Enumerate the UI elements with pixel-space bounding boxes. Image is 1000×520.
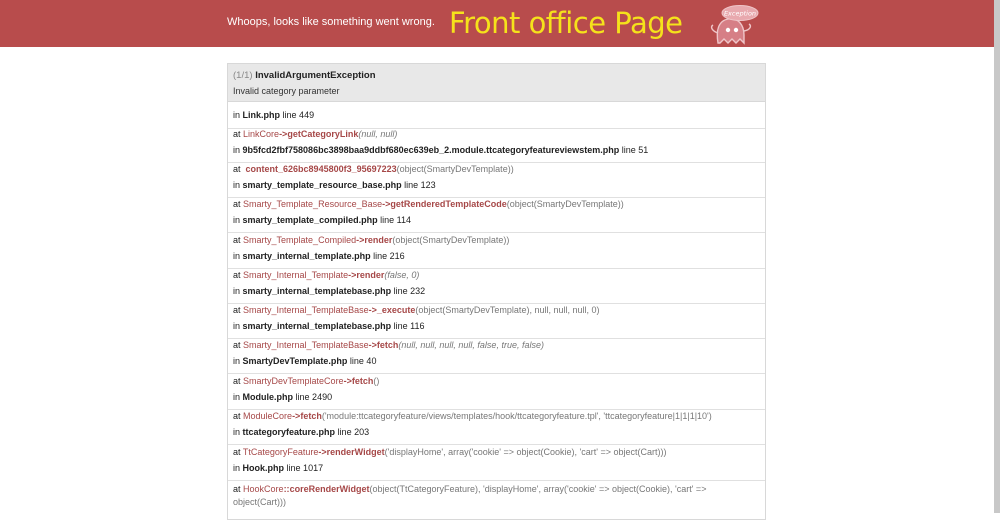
trace-function: fetch [351,376,374,386]
trace-row: at Smarty_Template_Resource_Base->getRen… [228,196,765,233]
trace-function: coreRenderWidget [289,484,370,494]
trace-function: render [356,270,385,280]
trace-file: smarty_internal_templatebase.php [242,286,392,296]
trace-row: at TtCategoryFeature->renderWidget('disp… [228,444,765,481]
trace-file: Module.php [242,392,294,402]
trace-file: SmartyDevTemplate.php [242,356,348,366]
trace-row: at SmartyDevTemplateCore->fetch() in Mod… [228,373,765,410]
exception-count: (1/1) [233,70,253,81]
trace-function: render [364,235,393,245]
trace-file: Link.php [242,110,281,120]
exception-message: Invalid category parameter [233,86,340,96]
error-header: Whoops, looks like something went wrong.… [0,0,1000,47]
trace-row: at Smarty_Internal_TemplateBase->_execut… [228,302,765,339]
trace-row: in Link.php line 449 [228,102,765,129]
exception-summary: (1/1) InvalidArgumentException Invalid c… [228,64,765,102]
trace-file: 9b5fcd2fbf758086bc3898baa9ddbf680ec639eb… [242,145,620,155]
trace-function: getRenderedTemplateCode [390,199,507,209]
trace-function: renderWidget [326,447,385,457]
trace-row: at Smarty_Internal_Template->render(fals… [228,267,765,304]
window-edge [994,0,1000,513]
error-message: Whoops, looks like something went wrong. [227,16,435,28]
trace-class: Smarty_Template_Compiled [243,235,357,245]
trace-row: at Smarty_Template_Compiled->render(obje… [228,232,765,269]
trace-row: at content_626bc8945800f3_95697223(objec… [228,161,765,198]
trace-class: TtCategoryFeature [242,447,319,457]
exception-panel: (1/1) InvalidArgumentException Invalid c… [227,63,766,520]
trace-row: at HookCore::coreRenderWidget(object(TtC… [233,484,707,507]
trace-class: Smarty_Internal_Template [243,270,349,280]
mascot-bubble-text: Exception [724,10,756,18]
trace-class: HookCore [243,484,284,494]
trace-class: ModuleCore [243,411,293,421]
exception-name: InvalidArgumentException [255,70,376,81]
trace-class: SmartyDevTemplateCore [243,376,344,386]
trace-class: LinkCore [243,129,280,139]
trace-class: Smarty_Internal_TemplateBase [243,340,369,350]
front-office-title: Front office Page [449,6,683,40]
trace-file: smarty_internal_template.php [242,251,371,261]
trace-row: at Smarty_Internal_TemplateBase->fetch(n… [228,337,765,374]
trace-row: at LinkCore->getCategoryLink(null, null)… [228,126,765,163]
trace-file: smarty_template_compiled.php [242,215,378,225]
trace-function: _execute [376,305,416,315]
trace-function: getCategoryLink [287,129,359,139]
trace-file: ttcategoryfeature.php [242,427,336,437]
trace-file: smarty_internal_templatebase.php [242,321,392,331]
trace-file: Hook.php [242,463,285,473]
ghost-mascot-icon: Exception [710,5,759,45]
trace-class: Smarty_Internal_TemplateBase [243,305,369,315]
trace-function: content_626bc8945800f3_95697223 [245,164,397,174]
trace-file: smarty_template_resource_base.php [242,180,402,190]
trace-class: Smarty_Template_Resource_Base [243,199,383,209]
trace-row: at ModuleCore->fetch('module:ttcategoryf… [228,408,765,445]
trace-function: fetch [300,411,322,421]
trace-function: fetch [376,340,399,350]
